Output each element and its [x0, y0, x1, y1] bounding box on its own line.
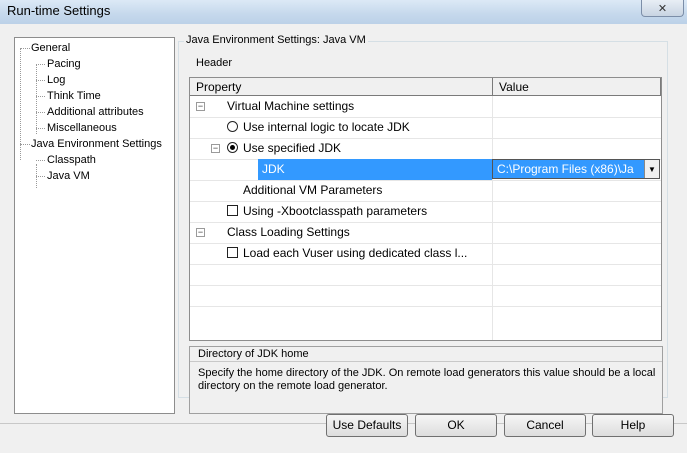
- collapse-icon[interactable]: −: [211, 144, 220, 153]
- use-defaults-button[interactable]: Use Defaults: [326, 414, 408, 437]
- tree-item-pacing[interactable]: Pacing: [47, 57, 81, 71]
- row-divider: [190, 285, 661, 286]
- cancel-button[interactable]: Cancel: [504, 414, 586, 437]
- tree-item-miscellaneous[interactable]: Miscellaneous: [47, 121, 117, 135]
- tree-item-java-vm[interactable]: Java VM: [47, 169, 90, 183]
- property-grid[interactable]: Property Value − Virtual Machine setting…: [189, 77, 662, 341]
- ok-button[interactable]: OK: [415, 414, 497, 437]
- tree-connector: [36, 96, 45, 97]
- window-title: Run-time Settings: [7, 3, 111, 18]
- description-text: Specify the home directory of the JDK. O…: [198, 367, 656, 392]
- row-label: JDK: [262, 162, 285, 176]
- row-divider: [190, 306, 661, 307]
- tree-connector: [20, 48, 30, 49]
- description-title: Directory of JDK home: [198, 348, 309, 360]
- jdk-path-dropdown[interactable]: C:\Program Files (x86)\Ja ▼: [492, 159, 660, 179]
- checkbox-dedicated-class-loader[interactable]: [227, 247, 238, 258]
- tree-item-classpath[interactable]: Classpath: [47, 153, 96, 167]
- tree-connector: [36, 160, 45, 161]
- tree-item-java-environment-settings[interactable]: Java Environment Settings: [31, 137, 162, 151]
- row-divider: [190, 264, 661, 265]
- row-label: Use internal logic to locate JDK: [243, 120, 410, 134]
- grid-row-xbootclasspath[interactable]: Using -Xbootclasspath parameters: [190, 201, 661, 222]
- grid-row-dedicated-class-loader[interactable]: Load each Vuser using dedicated class l.…: [190, 243, 661, 264]
- tree-item-think-time[interactable]: Think Time: [47, 89, 101, 103]
- row-label: Class Loading Settings: [227, 225, 350, 239]
- tree-connector: [36, 64, 45, 65]
- grid-row-use-specified-jdk[interactable]: − Use specified JDK: [190, 138, 661, 159]
- close-icon: ✕: [657, 2, 668, 15]
- tree-item-general[interactable]: General: [31, 41, 70, 55]
- group-title: Java Environment Settings: Java VM: [184, 34, 368, 46]
- dialog-client: General Pacing Log Think Time Additional…: [0, 24, 687, 453]
- description-panel: Directory of JDK home Specify the home d…: [189, 346, 663, 414]
- collapse-icon[interactable]: −: [196, 228, 205, 237]
- tree-item-additional-attributes[interactable]: Additional attributes: [47, 105, 144, 119]
- help-button[interactable]: Help: [592, 414, 674, 437]
- jdk-path-value: C:\Program Files (x86)\Ja: [497, 162, 634, 176]
- settings-tree[interactable]: General Pacing Log Think Time Additional…: [14, 37, 175, 414]
- tree-connector: [36, 112, 45, 113]
- tree-connector: [20, 144, 30, 145]
- close-button[interactable]: ✕: [641, 0, 684, 17]
- collapse-icon[interactable]: −: [196, 102, 205, 111]
- grid-row-virtual-machine-settings[interactable]: − Virtual Machine settings: [190, 96, 661, 117]
- grid-row-jdk[interactable]: JDK C:\Program Files (x86)\Ja ▼: [190, 159, 661, 180]
- selection-highlight: [258, 159, 492, 180]
- grid-row-use-internal-logic[interactable]: Use internal logic to locate JDK: [190, 117, 661, 138]
- row-label: Use specified JDK: [243, 141, 342, 155]
- radio-internal-logic[interactable]: [227, 121, 238, 132]
- checkbox-xbootclasspath[interactable]: [227, 205, 238, 216]
- tree-connector: [36, 128, 45, 129]
- title-bar: Run-time Settings ✕: [0, 0, 687, 24]
- radio-specified-jdk[interactable]: [227, 142, 238, 153]
- column-header-value[interactable]: Value: [493, 78, 661, 96]
- row-label: Additional VM Parameters: [243, 183, 383, 197]
- grid-row-additional-vm-parameters[interactable]: Additional VM Parameters: [190, 180, 661, 201]
- column-header-property[interactable]: Property: [190, 78, 493, 96]
- row-label: Load each Vuser using dedicated class l.…: [243, 246, 468, 260]
- tree-connector: [36, 64, 37, 134]
- header-label: Header: [196, 57, 233, 69]
- row-label: Virtual Machine settings: [227, 99, 355, 113]
- tree-connector: [36, 80, 45, 81]
- tree-connector: [36, 176, 45, 177]
- dropdown-button[interactable]: ▼: [644, 160, 659, 178]
- row-label: Using -Xbootclasspath parameters: [243, 204, 428, 218]
- description-divider: [190, 361, 662, 362]
- chevron-down-icon: ▼: [648, 164, 656, 174]
- tree-item-log[interactable]: Log: [47, 73, 65, 87]
- grid-row-class-loading-settings[interactable]: − Class Loading Settings: [190, 222, 661, 243]
